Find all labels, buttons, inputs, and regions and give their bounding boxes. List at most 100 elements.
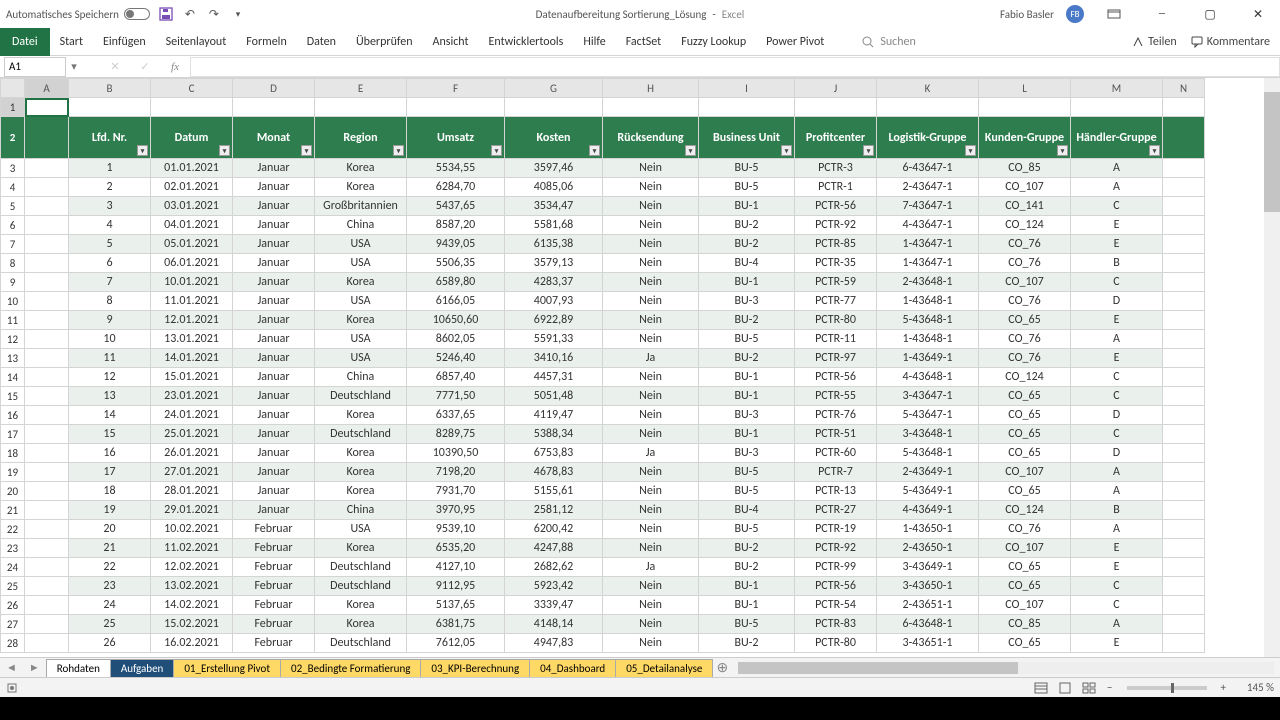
col-header-D[interactable]: D xyxy=(233,79,315,98)
col-header-G[interactable]: G xyxy=(505,79,603,98)
data-cell[interactable]: CO_65 xyxy=(979,444,1071,463)
data-cell[interactable]: CO_107 xyxy=(979,596,1071,615)
sheet-tab-04-dashboard[interactable]: 04_Dashboard xyxy=(529,659,616,677)
data-cell[interactable]: 6337,65 xyxy=(407,406,505,425)
data-cell[interactable]: 16 xyxy=(69,444,151,463)
sheet-tab-02-bedingte-formatierung[interactable]: 02_Bedingte Formatierung xyxy=(280,659,421,677)
sheet-tab-rohdaten[interactable]: Rohdaten xyxy=(46,659,111,677)
data-cell[interactable]: 3-43648-1 xyxy=(877,425,979,444)
data-cell[interactable]: 6-43648-1 xyxy=(877,615,979,634)
data-cell[interactable]: 17 xyxy=(69,463,151,482)
data-cell[interactable]: 5581,68 xyxy=(505,216,603,235)
table-header-6[interactable]: Rücksendung▾ xyxy=(603,117,699,159)
data-cell[interactable]: B xyxy=(1071,254,1163,273)
ribbon-tab-daten[interactable]: Daten xyxy=(297,28,346,56)
data-cell[interactable]: 10390,50 xyxy=(407,444,505,463)
data-cell[interactable]: 10 xyxy=(69,330,151,349)
row-header-24[interactable]: 24 xyxy=(1,558,25,577)
data-cell[interactable]: 4678,83 xyxy=(505,463,603,482)
data-cell[interactable]: PCTR-59 xyxy=(795,273,877,292)
data-cell[interactable]: 6922,89 xyxy=(505,311,603,330)
data-cell[interactable]: C xyxy=(1071,387,1163,406)
data-cell[interactable]: CO_141 xyxy=(979,197,1071,216)
data-cell[interactable]: C xyxy=(1071,577,1163,596)
data-cell[interactable]: Januar xyxy=(233,387,315,406)
cell-M1[interactable] xyxy=(1071,98,1163,117)
data-cell[interactable]: A xyxy=(1071,178,1163,197)
cell-F1[interactable] xyxy=(407,98,505,117)
data-cell[interactable]: 12.02.2021 xyxy=(151,558,233,577)
row-header-20[interactable]: 20 xyxy=(1,482,25,501)
data-cell[interactable]: Nein xyxy=(603,577,699,596)
data-cell[interactable]: 7 xyxy=(69,273,151,292)
data-cell[interactable]: 6589,80 xyxy=(407,273,505,292)
data-cell[interactable]: 3410,16 xyxy=(505,349,603,368)
data-cell[interactable]: PCTR-51 xyxy=(795,425,877,444)
data-cell[interactable]: Nein xyxy=(603,501,699,520)
data-cell[interactable]: 15 xyxy=(69,425,151,444)
data-cell[interactable]: 19 xyxy=(69,501,151,520)
data-cell[interactable]: 4-43648-1 xyxy=(877,368,979,387)
col-header-F[interactable]: F xyxy=(407,79,505,98)
data-cell[interactable]: USA xyxy=(315,292,407,311)
data-cell[interactable]: 5506,35 xyxy=(407,254,505,273)
row-header-10[interactable]: 10 xyxy=(1,292,25,311)
autosave-toggle[interactable]: Automatisches Speichern xyxy=(6,8,150,21)
data-cell[interactable]: 23 xyxy=(69,577,151,596)
data-cell[interactable]: Nein xyxy=(603,615,699,634)
data-cell[interactable]: 03.01.2021 xyxy=(151,197,233,216)
data-cell[interactable]: 12 xyxy=(69,368,151,387)
data-cell[interactable]: PCTR-13 xyxy=(795,482,877,501)
data-cell[interactable]: Nein xyxy=(603,406,699,425)
data-cell[interactable]: 5923,42 xyxy=(505,577,603,596)
data-cell[interactable]: 2 xyxy=(69,178,151,197)
data-cell[interactable]: 14.02.2021 xyxy=(151,596,233,615)
data-cell[interactable]: 3-43650-1 xyxy=(877,577,979,596)
vertical-scrollbar[interactable] xyxy=(1264,78,1280,657)
data-cell[interactable]: E xyxy=(1071,311,1163,330)
namebox-dropdown-icon[interactable]: ▾ xyxy=(66,60,82,73)
data-cell[interactable]: PCTR-77 xyxy=(795,292,877,311)
data-cell[interactable]: CO_65 xyxy=(979,634,1071,653)
data-cell[interactable]: 29.01.2021 xyxy=(151,501,233,520)
data-cell[interactable]: 23.01.2021 xyxy=(151,387,233,406)
data-cell[interactable]: USA xyxy=(315,349,407,368)
data-cell[interactable]: BU-2 xyxy=(699,349,795,368)
filter-icon[interactable]: ▾ xyxy=(965,145,976,156)
table-header-10[interactable]: Kunden-Gruppe▾ xyxy=(979,117,1071,159)
data-cell[interactable]: Korea xyxy=(315,178,407,197)
data-cell[interactable]: 5-43649-1 xyxy=(877,482,979,501)
data-cell[interactable]: BU-2 xyxy=(699,311,795,330)
data-cell[interactable]: 8289,75 xyxy=(407,425,505,444)
ribbon-tab-entwicklertools[interactable]: Entwicklertools xyxy=(479,28,574,56)
filter-icon[interactable]: ▾ xyxy=(1149,145,1160,156)
data-cell[interactable]: 24 xyxy=(69,596,151,615)
ribbon-tab-fuzzy lookup[interactable]: Fuzzy Lookup xyxy=(671,28,756,56)
data-cell[interactable]: Nein xyxy=(603,387,699,406)
data-cell[interactable]: 1-43647-1 xyxy=(877,254,979,273)
data-cell[interactable]: 6135,38 xyxy=(505,235,603,254)
data-cell[interactable]: C xyxy=(1071,596,1163,615)
data-cell[interactable]: BU-3 xyxy=(699,406,795,425)
filter-icon[interactable]: ▾ xyxy=(137,145,148,156)
data-cell[interactable]: CO_76 xyxy=(979,349,1071,368)
ribbon-tab-hilfe[interactable]: Hilfe xyxy=(573,28,615,56)
ribbon-tab-überprüfen[interactable]: Überprüfen xyxy=(346,28,423,56)
data-cell[interactable]: 2-43651-1 xyxy=(877,596,979,615)
row-header-19[interactable]: 19 xyxy=(1,463,25,482)
sheet-tab-aufgaben[interactable]: Aufgaben xyxy=(110,659,174,677)
data-cell[interactable]: Nein xyxy=(603,216,699,235)
data-cell[interactable]: Januar xyxy=(233,292,315,311)
data-cell[interactable]: 3970,95 xyxy=(407,501,505,520)
data-cell[interactable]: CO_124 xyxy=(979,368,1071,387)
data-cell[interactable]: CO_76 xyxy=(979,330,1071,349)
data-cell[interactable]: 4148,14 xyxy=(505,615,603,634)
filter-icon[interactable]: ▾ xyxy=(685,145,696,156)
data-cell[interactable]: BU-5 xyxy=(699,159,795,178)
data-cell[interactable]: CO_124 xyxy=(979,501,1071,520)
filter-icon[interactable]: ▾ xyxy=(491,145,502,156)
filter-icon[interactable]: ▾ xyxy=(393,145,404,156)
data-cell[interactable]: A xyxy=(1071,463,1163,482)
data-cell[interactable]: Nein xyxy=(603,159,699,178)
table-header-11[interactable]: Händler-Gruppe▾ xyxy=(1071,117,1163,159)
